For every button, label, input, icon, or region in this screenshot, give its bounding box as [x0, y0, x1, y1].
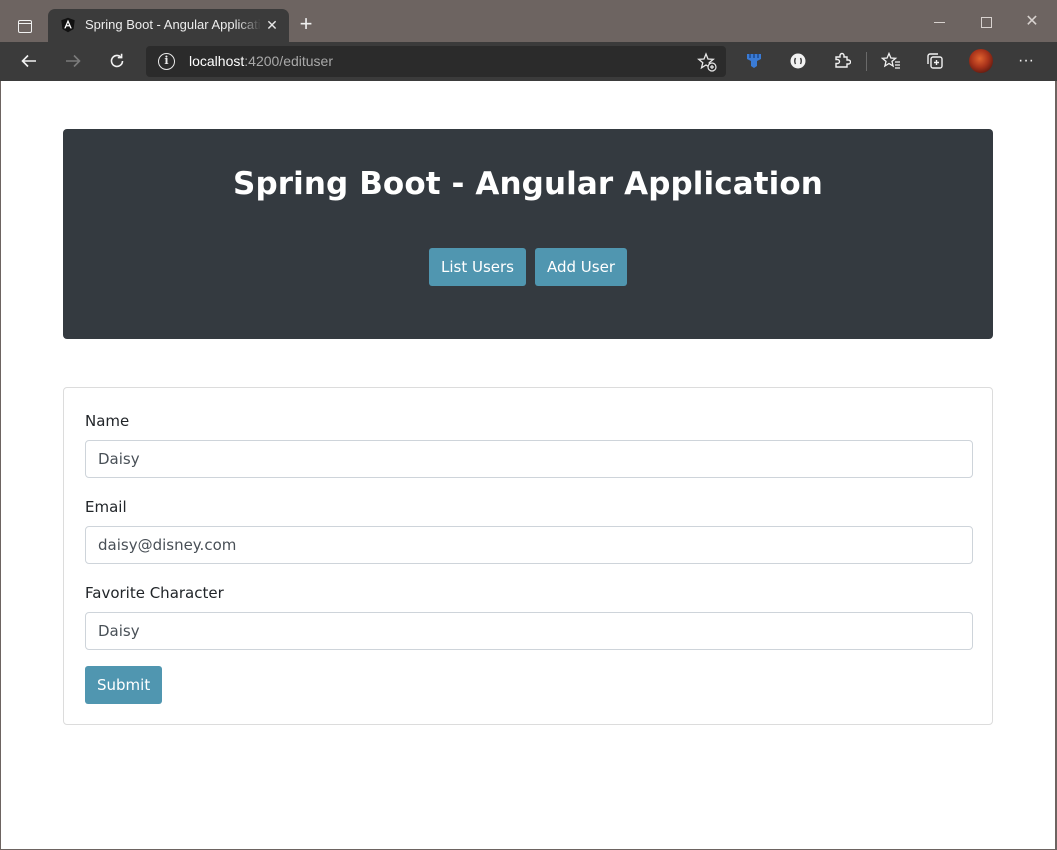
- email-label: Email: [85, 498, 127, 516]
- close-tab-icon[interactable]: ✕: [264, 17, 280, 33]
- add-user-button[interactable]: Add User: [535, 248, 627, 286]
- url-text: localhost:4200/edituser: [189, 53, 333, 69]
- submit-button[interactable]: Submit: [85, 666, 163, 704]
- url-path: :4200/edituser: [244, 53, 333, 69]
- new-tab-icon[interactable]: +: [294, 13, 318, 37]
- maximize-icon[interactable]: [975, 12, 997, 32]
- extensions-puzzle-icon[interactable]: [829, 49, 855, 73]
- browser-toolbar: i localhost:4200/edituser ···: [0, 42, 1057, 81]
- edit-user-form: Name Daisy Email daisy@disney.com Favori…: [63, 387, 993, 725]
- browser-tab[interactable]: Spring Boot - Angular Application ✕: [48, 9, 289, 42]
- add-favorite-icon[interactable]: [697, 52, 717, 72]
- favorite-character-label: Favorite Character: [85, 584, 224, 602]
- favorite-character-input[interactable]: Daisy: [85, 612, 973, 650]
- toolbar-divider: [866, 52, 867, 71]
- nav-buttons: List Users Add User: [63, 248, 993, 286]
- angular-icon: [61, 17, 75, 33]
- site-info-icon[interactable]: i: [158, 53, 175, 70]
- page-title: Spring Boot - Angular Application: [233, 166, 823, 202]
- more-options-icon[interactable]: ···: [1013, 49, 1039, 73]
- extension-ribbon-icon[interactable]: [741, 49, 767, 73]
- tab-title: Spring Boot - Angular Application: [85, 17, 261, 32]
- back-arrow-icon[interactable]: [16, 49, 42, 73]
- list-users-button[interactable]: List Users: [429, 248, 526, 286]
- favorites-icon[interactable]: [878, 49, 904, 73]
- window-close-icon[interactable]: ✕: [1021, 12, 1043, 32]
- extension-circle-icon[interactable]: [785, 49, 811, 73]
- minimize-icon[interactable]: [929, 12, 951, 32]
- tab-actions-icon[interactable]: [12, 14, 38, 38]
- name-label: Name: [85, 412, 130, 430]
- refresh-icon[interactable]: [104, 49, 130, 73]
- url-host: localhost: [189, 53, 245, 69]
- name-input[interactable]: Daisy: [85, 440, 973, 478]
- forward-arrow-icon[interactable]: [60, 49, 86, 73]
- address-bar[interactable]: i localhost:4200/edituser: [146, 46, 726, 77]
- email-input[interactable]: daisy@disney.com: [85, 526, 973, 564]
- collections-icon[interactable]: [922, 49, 948, 73]
- tab-strip: Spring Boot - Angular Application ✕ + ✕: [0, 0, 1057, 42]
- profile-avatar[interactable]: [969, 49, 993, 73]
- header-jumbotron: Spring Boot - Angular Application List U…: [63, 129, 993, 339]
- page-content: Spring Boot - Angular Application List U…: [1, 81, 1055, 849]
